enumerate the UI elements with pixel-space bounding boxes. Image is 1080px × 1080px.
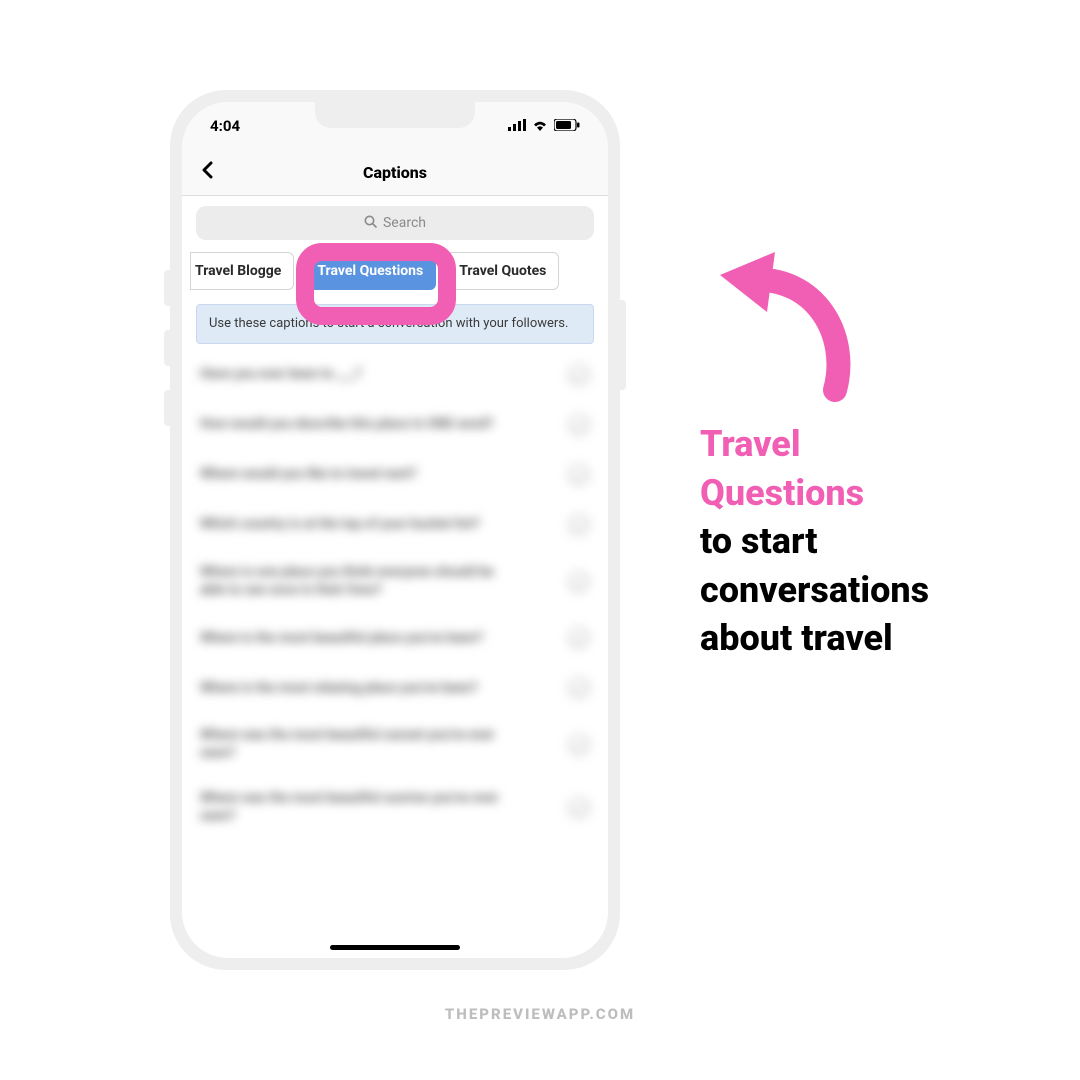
caption-text: Where is the most beautiful place you've… bbox=[200, 630, 483, 648]
list-item[interactable]: Where is one place you think everyone sh… bbox=[182, 550, 608, 613]
list-item[interactable]: Where was the most beautiful sunrise you… bbox=[182, 776, 608, 839]
checkmark-icon[interactable] bbox=[568, 364, 590, 386]
caption-text: Where is one place you think everyone sh… bbox=[200, 564, 510, 599]
caption-text: Where was the most beautiful sunrise you… bbox=[200, 790, 510, 825]
list-item[interactable]: Where was the most beautiful sunset you'… bbox=[182, 713, 608, 776]
chip-travel-quotes[interactable]: Travel Quotes bbox=[446, 252, 559, 290]
checkmark-icon[interactable] bbox=[568, 464, 590, 486]
nav-bar: Captions bbox=[182, 150, 608, 196]
checkmark-icon[interactable] bbox=[568, 797, 590, 819]
phone-frame: 4:04 Captions bbox=[170, 90, 620, 970]
caption-text: Have you ever been to ___? bbox=[200, 366, 362, 384]
annotation-pink-2: Questions bbox=[700, 469, 1020, 518]
home-indicator[interactable] bbox=[330, 945, 460, 950]
caption-text: How would you describe this place in ONE… bbox=[200, 416, 493, 434]
info-banner: Use these captions to start a conversati… bbox=[196, 304, 594, 344]
caption-text: Where was the most beautiful sunset you'… bbox=[200, 727, 510, 762]
checkmark-icon[interactable] bbox=[568, 414, 590, 436]
search-input[interactable]: Search bbox=[196, 206, 594, 240]
caption-list[interactable]: Have you ever been to ___? How would you… bbox=[182, 344, 608, 958]
checkmark-icon[interactable] bbox=[568, 571, 590, 593]
caption-text: Where is the most relaxing place you've … bbox=[200, 680, 478, 698]
checkmark-icon[interactable] bbox=[568, 677, 590, 699]
annotation-black-3: about travel bbox=[700, 614, 1020, 663]
battery-icon bbox=[554, 117, 580, 135]
list-item[interactable]: Where is the most relaxing place you've … bbox=[182, 663, 608, 713]
search-placeholder: Search bbox=[383, 215, 426, 231]
annotation-black-1: to start bbox=[700, 517, 1020, 566]
cellular-icon bbox=[508, 117, 526, 135]
search-wrap: Search bbox=[182, 196, 608, 248]
annotation-arrow-icon bbox=[705, 240, 875, 410]
status-icons bbox=[508, 117, 580, 135]
chip-travel-questions[interactable]: Travel Questions bbox=[304, 252, 436, 290]
list-item[interactable]: Where is the most beautiful place you've… bbox=[182, 613, 608, 663]
back-chevron-icon[interactable] bbox=[200, 160, 214, 185]
list-item[interactable]: Have you ever been to ___? bbox=[182, 350, 608, 400]
annotation-black-2: conversations bbox=[700, 566, 1020, 615]
annotation-pink-1: Travel bbox=[700, 420, 1020, 469]
phone-screen: 4:04 Captions bbox=[182, 102, 608, 958]
list-item[interactable]: Which country is at the top of your buck… bbox=[182, 500, 608, 550]
list-item[interactable]: Where would you like to travel next? bbox=[182, 450, 608, 500]
checkmark-icon[interactable] bbox=[568, 514, 590, 536]
checkmark-icon[interactable] bbox=[568, 734, 590, 756]
phone-notch bbox=[315, 102, 475, 128]
checkmark-icon[interactable] bbox=[568, 627, 590, 649]
chip-travel-blogger[interactable]: Travel Blogge bbox=[190, 252, 294, 290]
caption-text: Where would you like to travel next? bbox=[200, 466, 417, 484]
search-icon bbox=[364, 215, 377, 232]
status-time: 4:04 bbox=[210, 117, 240, 135]
wifi-icon bbox=[532, 117, 548, 135]
caption-text: Which country is at the top of your buck… bbox=[200, 516, 480, 534]
list-item[interactable]: How would you describe this place in ONE… bbox=[182, 400, 608, 450]
category-chips[interactable]: Travel Blogge Travel Questions Travel Qu… bbox=[182, 248, 608, 304]
annotation-text: Travel Questions to start conversations … bbox=[700, 420, 1020, 663]
footer-watermark: THEPREVIEWAPP.COM bbox=[0, 1005, 1080, 1023]
page-title: Captions bbox=[363, 163, 427, 182]
